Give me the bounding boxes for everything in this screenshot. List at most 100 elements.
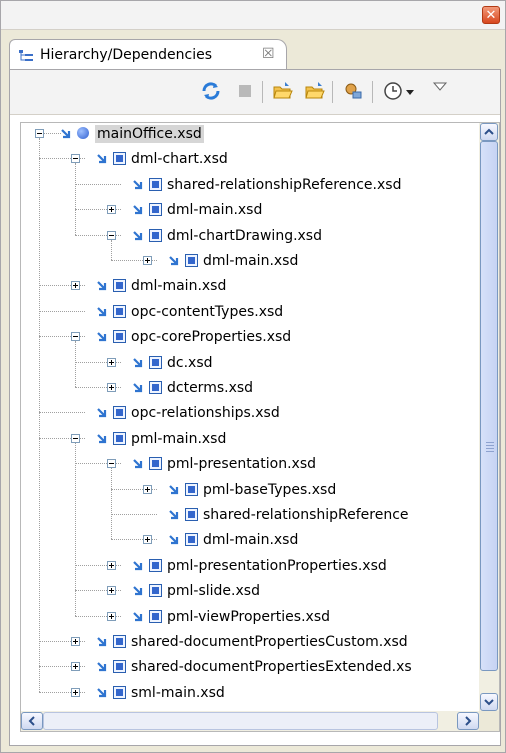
history-dropdown-icon[interactable]: [404, 80, 416, 102]
scroll-corner: [479, 711, 499, 731]
tree-item-label: shared-relationshipReference.xsd: [167, 176, 402, 193]
history-icon[interactable]: [382, 80, 404, 102]
tab-hierarchy-dependencies[interactable]: Hierarchy/Dependencies ☒: [9, 39, 287, 71]
tree-connector: [43, 133, 61, 134]
tree-connector: [111, 239, 112, 260]
expand-icon[interactable]: [107, 383, 116, 392]
collapse-icon[interactable]: [71, 154, 80, 164]
tree-item-label: pml-viewProperties.xsd: [167, 608, 330, 625]
tree-row[interactable]: [21, 428, 481, 452]
schema-file-icon: [113, 152, 126, 166]
collapse-icon[interactable]: [107, 459, 116, 469]
view-menu-icon[interactable]: [432, 76, 448, 98]
horizontal-scrollbar[interactable]: [21, 711, 481, 731]
tree-connector: [75, 442, 76, 616]
tree-item-label: dml-chart.xsd: [131, 151, 228, 168]
configure-icon[interactable]: [342, 80, 364, 102]
expand-icon[interactable]: [107, 205, 116, 215]
tree-item-label: dml-main.xsd: [203, 253, 299, 269]
tree-item-label: pml-slide.xsd: [167, 583, 260, 600]
schema-file-icon: [113, 660, 126, 674]
scroll-left-button[interactable]: [21, 712, 43, 730]
tree-connector: [39, 310, 85, 312]
expand-icon[interactable]: [71, 281, 80, 291]
expand-icon[interactable]: [143, 484, 152, 494]
expand-icon[interactable]: [107, 611, 116, 621]
tree-item-label: dc.xsd: [167, 354, 213, 371]
open-folder-icon[interactable]: [272, 80, 294, 102]
chevron-left-icon: [28, 716, 35, 726]
tree-row[interactable]: [21, 123, 481, 147]
tab-close-icon[interactable]: ☒: [262, 46, 275, 62]
tree-item-label: pml-baseTypes.xsd: [203, 481, 337, 498]
stop-icon[interactable]: [234, 80, 256, 102]
reference-arrow-icon: [133, 230, 143, 240]
reference-arrow-icon: [133, 561, 143, 570]
hierarchy-icon: [19, 50, 33, 61]
tree-row[interactable]: [21, 352, 481, 376]
reference-arrow-icon: [133, 459, 143, 469]
schema-file-icon: [113, 279, 126, 293]
vertical-scrollbar[interactable]: [479, 123, 499, 711]
refresh-icon[interactable]: [200, 80, 222, 102]
expand-icon[interactable]: [143, 535, 152, 545]
vertical-scroll-thumb[interactable]: [480, 141, 498, 671]
reference-arrow-icon: [133, 180, 143, 189]
reference-arrow-icon: [133, 205, 143, 215]
schema-file-icon: [149, 228, 162, 242]
tree-item-label: mainOffice.xsd: [95, 125, 204, 143]
reference-arrow-icon: [97, 154, 107, 164]
close-window-button[interactable]: ✕: [482, 6, 500, 24]
open-folder-alt-icon[interactable]: [304, 80, 326, 102]
tree-item-label: opc-contentTypes.xsd: [131, 303, 284, 320]
reference-arrow-icon: [169, 510, 179, 520]
grip-line: [486, 448, 494, 449]
tree-row[interactable]: [21, 275, 481, 299]
tree-row[interactable]: [21, 148, 481, 172]
reference-arrow-icon: [97, 307, 107, 316]
view-panel: mainOffice.xsd dml-chart.xsd shared-relati…: [9, 69, 501, 746]
expand-icon[interactable]: [107, 586, 116, 596]
scroll-down-button[interactable]: [480, 693, 498, 711]
grip-line: [486, 451, 494, 452]
reference-arrow-icon: [133, 611, 143, 621]
root-schema-icon: [77, 127, 89, 139]
collapse-icon[interactable]: [107, 230, 116, 240]
expand-icon[interactable]: [71, 662, 80, 672]
tree-item-label: dml-chartDrawing.xsd: [167, 227, 322, 244]
schema-file-icon: [149, 381, 162, 394]
tree-item-label: shared-relationshipReference: [203, 507, 409, 523]
tree-item-label: opc-relationships.xsd: [131, 405, 280, 422]
expand-icon[interactable]: [71, 637, 80, 646]
expand-icon[interactable]: [107, 560, 116, 570]
tree-item-label: opc-coreProperties.xsd: [131, 329, 292, 346]
schema-file-icon: [113, 406, 126, 420]
scroll-up-button[interactable]: [480, 123, 498, 141]
tree-row[interactable]: [21, 682, 481, 706]
tree-connector: [111, 514, 157, 515]
reference-arrow-icon: [97, 332, 107, 342]
reference-arrow-icon: [97, 434, 107, 443]
reference-arrow-icon: [97, 281, 107, 291]
collapse-icon[interactable]: [71, 332, 80, 342]
tree-item-label: dml-main.xsd: [131, 278, 227, 295]
collapse-icon[interactable]: [35, 129, 44, 138]
grip-line: [486, 445, 494, 446]
horizontal-scroll-thumb[interactable]: [43, 712, 438, 730]
collapse-icon[interactable]: [71, 433, 80, 443]
schema-file-icon: [149, 203, 162, 217]
reference-arrow-icon: [97, 688, 107, 697]
reference-arrow-icon: [133, 383, 143, 393]
tree-connector: [111, 468, 112, 540]
schema-file-icon: [149, 558, 162, 572]
tree-item-label: pml-presentation.xsd: [167, 456, 316, 473]
tab-label: Hierarchy/Dependencies: [40, 47, 213, 63]
schema-file-icon: [113, 431, 126, 445]
schema-file-icon: [113, 685, 126, 699]
expand-icon[interactable]: [143, 256, 152, 265]
reference-arrow-icon: [97, 662, 107, 672]
reference-arrow-icon: [169, 256, 179, 266]
expand-icon[interactable]: [107, 357, 116, 367]
expand-icon[interactable]: [71, 687, 80, 697]
scroll-right-button[interactable]: [457, 712, 479, 730]
